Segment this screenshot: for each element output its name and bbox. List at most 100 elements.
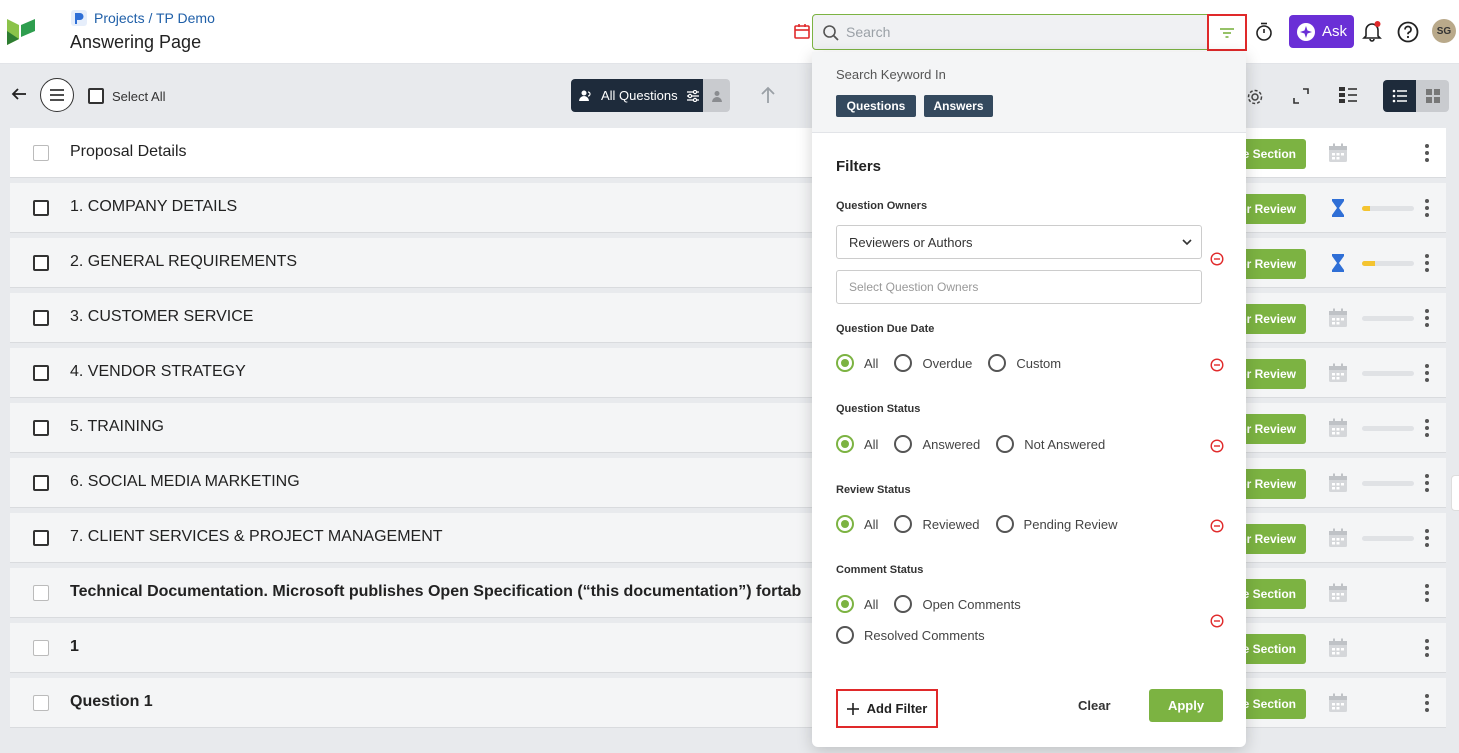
avatar[interactable]: SG [1432, 19, 1456, 43]
question-status-not-answered[interactable]: Not Answered [996, 435, 1105, 453]
menu-button[interactable] [40, 78, 74, 112]
apply-button[interactable]: Apply [1149, 689, 1223, 722]
comment-status-open[interactable]: Open Comments [894, 595, 1021, 613]
calendar-icon[interactable] [1327, 417, 1349, 439]
row-checkbox[interactable] [33, 200, 49, 216]
row-label[interactable]: 7. CLIENT SERVICES & PROJECT MANAGEMENT [70, 528, 443, 546]
row-checkbox[interactable] [33, 530, 49, 546]
calendar-icon[interactable] [1327, 362, 1349, 384]
breadcrumb[interactable]: Projects / TP Demo [70, 9, 215, 27]
complete-section-button[interactable]: te Section [1236, 139, 1306, 169]
row-label[interactable]: Technical Documentation. Microsoft publi… [70, 583, 801, 601]
row-checkbox[interactable] [33, 695, 49, 711]
arrow-up-icon[interactable] [760, 86, 776, 104]
question-status-all[interactable]: All [836, 435, 878, 453]
more-vertical-icon[interactable] [1422, 251, 1432, 275]
breadcrumb-text[interactable]: Projects / TP Demo [94, 10, 215, 26]
select-all[interactable]: Select All [88, 88, 165, 104]
expand-icon[interactable] [1293, 88, 1309, 104]
filter-button[interactable] [1207, 14, 1247, 51]
more-vertical-icon[interactable] [1422, 306, 1432, 330]
more-vertical-icon[interactable] [1422, 141, 1432, 165]
submit-for-review-button[interactable]: for Review [1236, 524, 1306, 554]
calendar-icon[interactable] [1327, 637, 1349, 659]
radio[interactable] [996, 435, 1015, 453]
hourglass-icon[interactable] [1327, 197, 1349, 219]
radio[interactable] [894, 595, 913, 613]
clear-button[interactable]: Clear [1078, 698, 1111, 713]
radio-selected[interactable] [836, 595, 854, 613]
more-vertical-icon[interactable] [1422, 526, 1432, 550]
row-label[interactable]: 1. COMPANY DETAILS [70, 198, 237, 216]
submit-for-review-button[interactable]: for Review [1236, 469, 1306, 499]
row-label[interactable]: 6. SOCIAL MEDIA MARKETING [70, 473, 300, 491]
tree-view-icon[interactable] [1338, 86, 1358, 104]
row-checkbox[interactable] [33, 310, 49, 326]
more-vertical-icon[interactable] [1422, 471, 1432, 495]
complete-section-button[interactable]: te Section [1236, 689, 1306, 719]
remove-filter-icon[interactable] [1210, 519, 1224, 533]
calendar-icon[interactable] [1327, 527, 1349, 549]
row-checkbox[interactable] [33, 420, 49, 436]
row-checkbox[interactable] [33, 585, 49, 601]
my-questions-toggle[interactable] [703, 79, 730, 112]
more-vertical-icon[interactable] [1422, 196, 1432, 220]
radio-selected[interactable] [836, 354, 854, 372]
more-vertical-icon[interactable] [1422, 416, 1432, 440]
submit-for-review-button[interactable]: for Review [1236, 194, 1306, 224]
row-checkbox[interactable] [33, 475, 49, 491]
comment-status-all[interactable]: All [836, 595, 878, 613]
submit-for-review-button[interactable]: for Review [1236, 249, 1306, 279]
chip-questions[interactable]: Questions [836, 95, 916, 117]
more-vertical-icon[interactable] [1422, 581, 1432, 605]
add-filter-button[interactable]: Add Filter [836, 689, 938, 728]
more-vertical-icon[interactable] [1422, 636, 1432, 660]
radio-selected[interactable] [836, 515, 854, 533]
complete-section-button[interactable]: te Section [1236, 579, 1306, 609]
settings-gear-icon[interactable] [1246, 88, 1264, 106]
row-checkbox[interactable] [33, 640, 49, 656]
list-view-button[interactable] [1383, 80, 1416, 112]
row-checkbox[interactable] [33, 145, 49, 161]
remove-filter-icon[interactable] [1210, 358, 1224, 372]
row-label[interactable]: 4. VENDOR STRATEGY [70, 363, 246, 381]
row-label[interactable]: 1 [70, 638, 79, 656]
calendar-icon[interactable] [1327, 472, 1349, 494]
timer-icon[interactable] [1255, 22, 1273, 42]
due-date-all[interactable]: All [836, 354, 878, 372]
submit-for-review-button[interactable]: for Review [1236, 359, 1306, 389]
due-date-overdue[interactable]: Overdue [894, 354, 972, 372]
question-owners-select[interactable]: Reviewers or Authors [836, 225, 1202, 259]
remove-filter-icon[interactable] [1210, 614, 1224, 628]
submit-for-review-button[interactable]: for Review [1236, 304, 1306, 334]
row-label[interactable]: 5. TRAINING [70, 418, 164, 436]
radio[interactable] [988, 354, 1007, 372]
chip-answers[interactable]: Answers [924, 95, 993, 117]
question-status-answered[interactable]: Answered [894, 435, 980, 453]
remove-filter-icon[interactable] [1210, 252, 1224, 266]
select-all-checkbox[interactable] [88, 88, 104, 104]
row-label[interactable]: 3. CUSTOMER SERVICE [70, 308, 253, 326]
review-status-pending[interactable]: Pending Review [995, 515, 1118, 533]
ask-button[interactable]: Ask [1289, 15, 1354, 48]
calendar-icon[interactable] [793, 22, 811, 40]
row-label[interactable]: 2. GENERAL REQUIREMENTS [70, 253, 297, 271]
radio[interactable] [836, 626, 854, 644]
complete-section-button[interactable]: te Section [1236, 634, 1306, 664]
row-checkbox[interactable] [33, 255, 49, 271]
notification-bell-icon[interactable] [1362, 20, 1382, 42]
search-input[interactable] [846, 20, 1206, 44]
hourglass-icon[interactable] [1327, 252, 1349, 274]
review-status-reviewed[interactable]: Reviewed [894, 515, 980, 533]
submit-for-review-button[interactable]: for Review [1236, 414, 1306, 444]
grid-view-button[interactable] [1416, 80, 1449, 112]
radio[interactable] [894, 515, 913, 533]
all-questions-button[interactable]: All Questions [571, 79, 703, 112]
search-box[interactable] [812, 14, 1246, 50]
help-icon[interactable] [1397, 21, 1419, 43]
radio[interactable] [995, 515, 1014, 533]
app-logo-icon[interactable] [7, 17, 35, 45]
radio[interactable] [894, 354, 913, 372]
question-owners-input[interactable] [836, 270, 1202, 304]
remove-filter-icon[interactable] [1210, 439, 1224, 453]
